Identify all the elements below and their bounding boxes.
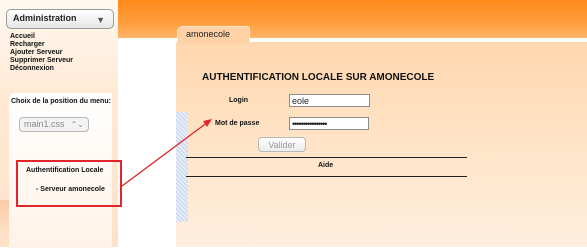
chevron-down-icon: ▼ — [96, 15, 105, 25]
tab-amonecole-label: amonecole — [186, 29, 231, 39]
administration-menu-button[interactable]: Administration ▼ — [6, 9, 114, 29]
menu-item-recharger[interactable]: Recharger — [10, 41, 73, 49]
valider-button[interactable]: Valider — [258, 137, 306, 152]
content-hatch-strip — [176, 112, 188, 222]
login-label: Login — [229, 97, 249, 104]
administration-menu-label: Administration — [13, 13, 77, 23]
aide-link[interactable]: Aide — [318, 162, 333, 169]
admin-menu-list: Accueil Recharger Ajouter Serveur Suppri… — [10, 33, 73, 73]
menu-item-accueil[interactable]: Accueil — [10, 33, 73, 41]
page-title: AUTHENTIFICATION LOCALE SUR AMONECOLE — [202, 72, 435, 83]
nav-auth-locale: Authentification Locale — [26, 167, 104, 174]
menu-position-title: Choix de la position du menu: — [11, 98, 111, 105]
login-field[interactable] — [289, 94, 370, 107]
menu-position-value: main1.css — [24, 119, 65, 129]
divider-top — [186, 157, 467, 158]
tab-amonecole[interactable]: amonecole — [177, 26, 250, 43]
divider-bottom — [186, 176, 467, 177]
menu-item-deconnexion[interactable]: Déconnexion — [10, 65, 73, 73]
password-label: Mot de passe — [215, 120, 260, 127]
nav-serveur-amonecole-link[interactable]: - Serveur amonecole — [36, 186, 105, 193]
password-field[interactable] — [289, 117, 369, 130]
menu-item-supprimer-serveur[interactable]: Supprimer Serveur — [10, 57, 73, 65]
menu-position-select[interactable]: main1.css ⌃⌄ — [19, 117, 89, 132]
up-down-arrows-icon: ⌃⌄ — [70, 120, 84, 129]
menu-item-ajouter-serveur[interactable]: Ajouter Serveur — [10, 49, 73, 57]
